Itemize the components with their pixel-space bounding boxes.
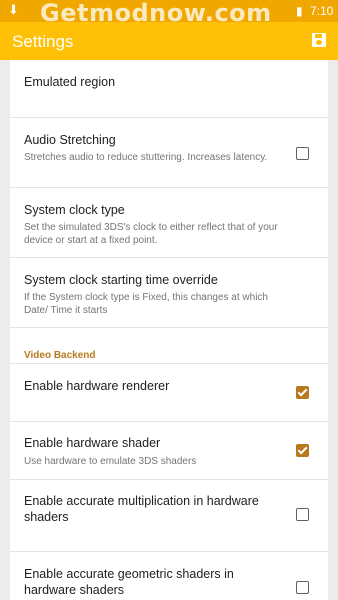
setting-title: Enable hardware shader — [24, 436, 161, 450]
setting-system-clock-type[interactable]: System clock type Set the simulated 3DS'… — [10, 188, 328, 258]
clock: 7:10 — [310, 4, 334, 18]
setting-accurate-multiplication[interactable]: Enable accurate multiplication in hardwa… — [10, 480, 328, 552]
section-video-backend: Video Backend — [10, 328, 328, 364]
setting-clock-override[interactable]: System clock starting time override If t… — [10, 258, 328, 328]
setting-title: Enable accurate geometric shaders in har… — [24, 567, 234, 597]
settings-list: Emulated region Audio Stretching Stretch… — [10, 60, 328, 600]
setting-summary: Use hardware to emulate 3DS shaders — [24, 456, 197, 467]
setting-hw-renderer[interactable]: Enable hardware renderer — [10, 364, 328, 422]
setting-summary: Set the simulated 3DS's clock to either … — [24, 222, 278, 246]
setting-title: Enable accurate multiplication in hardwa… — [24, 494, 259, 524]
section-header: Video Backend — [24, 350, 96, 361]
app-bar: Settings — [0, 22, 338, 60]
setting-summary: Stretches audio to reduce stuttering. In… — [24, 152, 268, 163]
status-bar: ⬇ Getmodnow.com ▮ 7:10 — [0, 0, 338, 26]
setting-hw-shader[interactable]: Enable hardware shader Use hardware to e… — [10, 422, 328, 480]
setting-title: Enable hardware renderer — [24, 379, 170, 393]
battery-icon: ▮ — [296, 4, 303, 18]
setting-accurate-geometric[interactable]: Enable accurate geometric shaders in har… — [10, 552, 328, 600]
page-title: Settings — [12, 32, 74, 51]
setting-emulated-region[interactable]: Emulated region — [10, 60, 328, 118]
setting-title: Emulated region — [24, 75, 116, 89]
setting-title: System clock type — [24, 203, 125, 217]
save-icon[interactable] — [312, 33, 326, 47]
audio-stretching-checkbox[interactable] — [296, 147, 309, 160]
setting-title: Audio Stretching — [24, 133, 116, 147]
setting-title: System clock starting time override — [24, 273, 218, 287]
accurate-geometric-checkbox[interactable] — [296, 581, 309, 594]
hw-renderer-checkbox[interactable] — [296, 386, 309, 399]
download-icon: ⬇ — [8, 3, 19, 18]
hw-shader-checkbox[interactable] — [296, 444, 309, 457]
accurate-multiplication-checkbox[interactable] — [296, 508, 309, 521]
setting-audio-stretching[interactable]: Audio Stretching Stretches audio to redu… — [10, 118, 328, 188]
setting-summary: If the System clock type is Fixed, this … — [24, 292, 268, 316]
